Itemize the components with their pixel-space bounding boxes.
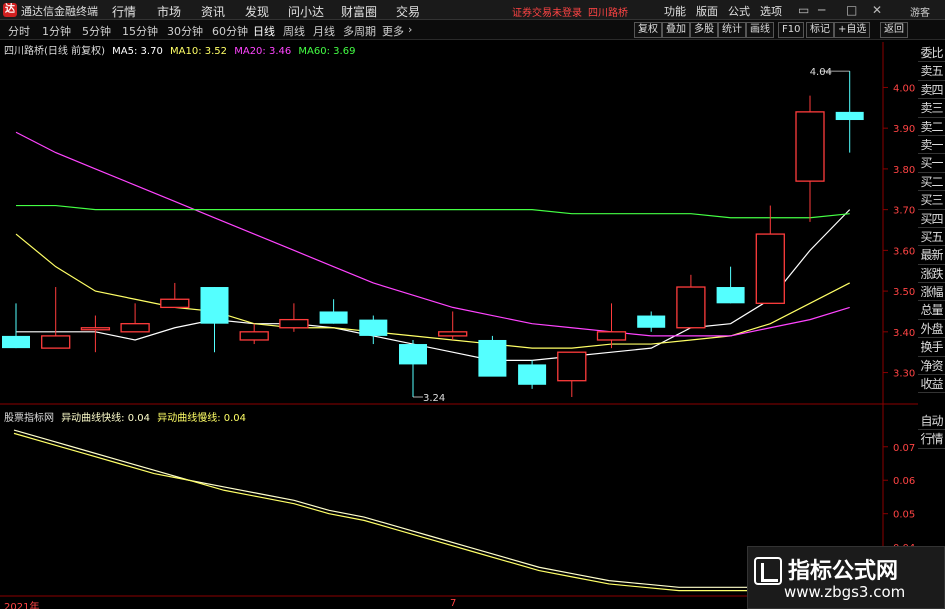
candle-body-up [438, 331, 468, 337]
candle-body-up [557, 351, 587, 382]
low-label: 3.24 [423, 393, 445, 404]
candle-body-up [755, 233, 785, 304]
high-label: 4.04 [810, 67, 832, 78]
candle-body-down [637, 315, 666, 328]
candle-body-down [319, 311, 348, 324]
candle-body-up [239, 331, 269, 341]
candle-body-up [676, 286, 706, 329]
candle-body-up [120, 323, 150, 333]
candle-body-up [795, 111, 825, 182]
quote-field-4[interactable]: 卖二 [918, 118, 945, 136]
ma-line-ma20 [15, 131, 850, 337]
price-tick-label: 3.50 [893, 287, 915, 298]
candle-body-down [2, 335, 30, 349]
watermark-title: 指标公式网 [788, 559, 899, 584]
price-tick-label: 3.60 [893, 246, 915, 257]
candle-body-down [478, 339, 507, 377]
candle-body-up [41, 335, 71, 349]
quote-field-11[interactable]: 最新 [918, 246, 945, 265]
quote-field-14[interactable]: 总量 [918, 301, 945, 320]
auto-quote-list: 自动 行情 [918, 412, 945, 449]
price-tick-label: 3.80 [893, 165, 915, 176]
candle-body-down [518, 364, 547, 385]
candle-body-down [359, 319, 388, 336]
auto-field-0[interactable]: 自动 [918, 412, 945, 431]
kline-chart[interactable]: 4.00 3.90 3.80 3.70 3.60 3.50 3.40 3.30 4.04 3.24… [0, 0, 918, 609]
quote-field-0[interactable]: 委比 [918, 44, 945, 63]
price-tick-label: 3.90 [893, 124, 915, 135]
indicator-source: 股票指标网 [4, 413, 54, 424]
indicator-tick-label: 0.06 [893, 476, 915, 487]
candle-body-down [716, 287, 745, 304]
candle-body-up [160, 298, 190, 309]
quote-field-1[interactable]: 卖五 [918, 62, 945, 81]
quote-field-10[interactable]: 买五 [918, 228, 945, 247]
candle-body-up [596, 331, 627, 341]
candle-body-up [279, 318, 309, 329]
candle-body-up [80, 327, 111, 331]
auto-field-1[interactable]: 行情 [918, 430, 945, 449]
x-axis-month: 7 [450, 598, 457, 609]
watermark-url: www.zbgs3.com [784, 583, 906, 601]
quote-field-17[interactable]: 净资 [918, 357, 945, 376]
candle-body-down [835, 111, 864, 121]
quote-field-5[interactable]: 卖一 [918, 136, 945, 155]
ma-line-ma60 [16, 204, 850, 219]
x-axis-year: 2021年 [4, 602, 40, 609]
indicator-tick-label: 0.05 [893, 510, 915, 521]
candle-body-down [399, 344, 427, 365]
quote-field-15[interactable]: 外盘 [918, 320, 945, 339]
watermark-logo-icon [754, 557, 782, 585]
quote-field-13[interactable]: 涨幅 [918, 283, 945, 302]
indicator-tick-label: 0.07 [893, 443, 915, 454]
price-tick-label: 3.70 [893, 206, 915, 217]
indicator-info: 股票指标网 异动曲线快线: 0.04 异动曲线慢线: 0.04 [4, 409, 246, 424]
quote-field-9[interactable]: 买四 [918, 210, 945, 228]
quote-field-12[interactable]: 涨跌 [918, 265, 945, 284]
watermark: 指标公式网 www.zbgs3.com [747, 546, 945, 609]
quote-field-8[interactable]: 买三 [918, 191, 945, 210]
quote-side-list: 委比 卖五 卖四 卖三 卖二 卖一 买一 买二 买三 买四 买五 最新 涨跌 涨幅 总量 外盘 换手 净资 收益 [918, 44, 945, 394]
indicator-line-1 [13, 432, 749, 592]
price-tick-label: 3.30 [893, 369, 915, 380]
price-tick-label: 3.40 [893, 328, 915, 339]
candle-body-down [200, 287, 229, 324]
quote-field-3[interactable]: 卖三 [918, 99, 945, 118]
quote-field-7[interactable]: 买二 [918, 173, 945, 192]
quote-field-18[interactable]: 收益 [918, 375, 945, 394]
price-tick-label: 4.00 [893, 83, 915, 94]
quote-field-2[interactable]: 卖四 [918, 81, 945, 100]
quote-field-16[interactable]: 换手 [918, 338, 945, 357]
indicator-fast-label: 异动曲线快线: 0.04 [61, 413, 151, 424]
indicator-slow-label: 异动曲线慢线: 0.04 [157, 413, 247, 424]
quote-field-6[interactable]: 买一 [918, 154, 945, 173]
indicator-line-0 [13, 429, 749, 588]
